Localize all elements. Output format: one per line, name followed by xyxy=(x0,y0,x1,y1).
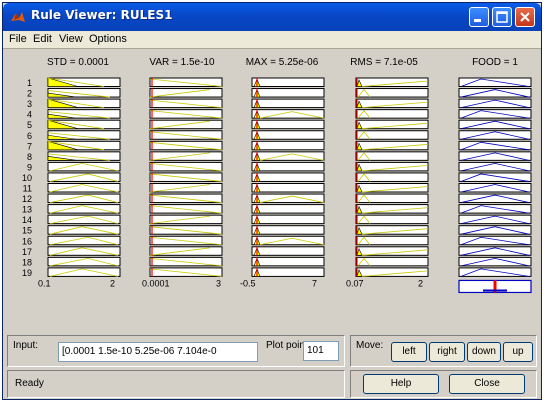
rules-plot[interactable]: STD = 0.0001 VAR = 1.5e-10 MAX = 5.25e-06 R… xyxy=(3,49,541,333)
mf-box xyxy=(251,88,325,98)
mf-box xyxy=(251,98,325,109)
column-header: FOOD = 1 xyxy=(472,57,518,68)
mf-box xyxy=(251,267,325,277)
matlab-icon xyxy=(11,12,25,22)
menu-options[interactable]: Options xyxy=(89,33,127,45)
rule-number: 19 xyxy=(22,268,32,278)
mf-box xyxy=(251,109,325,119)
move-panel: Move: left right down up xyxy=(350,335,537,367)
rule-number: 12 xyxy=(22,194,32,204)
rule-viewer-window: Rule Viewer: RULES1 File Edit View Optio… xyxy=(2,2,542,400)
rule-number: 9 xyxy=(27,162,32,172)
input-panel: Input: [0.0001 1.5e-10 5.25e-06 7.104e-0… xyxy=(7,335,345,367)
column-header: MAX = 5.25e-06 xyxy=(246,57,319,68)
rule-number: 18 xyxy=(22,257,32,267)
rule-number: 15 xyxy=(22,226,32,236)
status-text: Ready xyxy=(15,378,44,389)
close-icon xyxy=(520,12,530,22)
close-button[interactable]: Close xyxy=(449,374,525,394)
mf-box xyxy=(251,225,325,235)
column-header: RMS = 7.1e-05 xyxy=(350,57,418,68)
rule-number: 5 xyxy=(27,120,32,130)
menu-edit[interactable]: Edit xyxy=(33,33,52,45)
rule-number: 4 xyxy=(27,110,32,120)
move-label: Move: xyxy=(356,340,384,351)
rule-number: 10 xyxy=(22,173,32,183)
mf-box xyxy=(47,214,121,225)
mf-box xyxy=(251,140,325,151)
plot-points-field[interactable]: 101 xyxy=(303,341,339,361)
move-right-button[interactable]: right xyxy=(429,342,465,362)
range-min-label: 0.07 xyxy=(346,278,364,288)
range-max-label: 7 xyxy=(312,278,317,288)
menu-bar: File Edit View Options xyxy=(3,31,541,49)
maximize-button[interactable] xyxy=(492,7,512,27)
rule-number: 16 xyxy=(22,236,32,246)
rule-number: 7 xyxy=(27,141,32,151)
rule-plot-area: STD = 0.0001 VAR = 1.5e-10 MAX = 5.25e-06 R… xyxy=(3,49,541,333)
mf-box xyxy=(251,77,325,87)
status-panel: Ready xyxy=(7,370,345,398)
mf-box xyxy=(47,172,121,182)
mf-box xyxy=(251,204,325,214)
mf-box xyxy=(251,193,325,204)
move-up-button[interactable]: up xyxy=(503,342,533,362)
range-max-label: 3 xyxy=(216,278,221,288)
mf-box xyxy=(251,161,325,172)
minimize-button[interactable] xyxy=(469,7,489,27)
mf-box xyxy=(251,172,325,182)
range-max-label: 2 xyxy=(418,278,423,288)
rule-number: 14 xyxy=(22,215,32,225)
move-left-button[interactable]: left xyxy=(391,342,427,362)
rule-number: 6 xyxy=(27,131,32,141)
mf-box xyxy=(47,193,121,204)
mf-box xyxy=(251,256,325,267)
column-header: STD = 0.0001 xyxy=(47,57,109,68)
range-min-label: -0.5 xyxy=(240,278,256,288)
mf-box xyxy=(251,235,325,246)
rule-number: 2 xyxy=(27,89,32,99)
mf-box xyxy=(251,130,325,140)
input-label: Input: xyxy=(13,340,39,351)
range-max-label: 2 xyxy=(110,278,115,288)
menu-file[interactable]: File xyxy=(9,33,27,45)
rule-number: 13 xyxy=(22,205,32,215)
move-down-button[interactable]: down xyxy=(467,342,501,362)
column-header: VAR = 1.5e-10 xyxy=(149,57,215,68)
window-title: Rule Viewer: RULES1 xyxy=(31,8,173,22)
minimize-icon xyxy=(474,19,481,22)
mf-box xyxy=(47,256,121,267)
rule-number: 17 xyxy=(22,247,32,257)
help-button[interactable]: Help xyxy=(363,374,439,394)
rule-number: 8 xyxy=(27,152,32,162)
mf-box xyxy=(47,235,121,246)
mf-box xyxy=(251,214,325,225)
range-min-label: 0.0001 xyxy=(142,278,170,288)
close-window-button[interactable] xyxy=(515,7,535,27)
rule-number: 11 xyxy=(23,184,32,194)
maximize-icon xyxy=(496,11,508,23)
input-field[interactable]: [0.0001 1.5e-10 5.25e-06 7.104e-0 xyxy=(58,342,258,362)
menu-view[interactable]: View xyxy=(59,33,83,45)
mf-box xyxy=(251,119,325,130)
rule-number: 1 xyxy=(27,78,32,88)
range-min-label: 0.1 xyxy=(38,278,51,288)
mf-box xyxy=(251,183,325,193)
mf-box xyxy=(251,151,325,161)
mf-box xyxy=(251,246,325,256)
rule-number: 3 xyxy=(27,99,32,109)
action-panel: Help Close xyxy=(350,370,537,398)
title-bar[interactable]: Rule Viewer: RULES1 xyxy=(3,3,541,31)
